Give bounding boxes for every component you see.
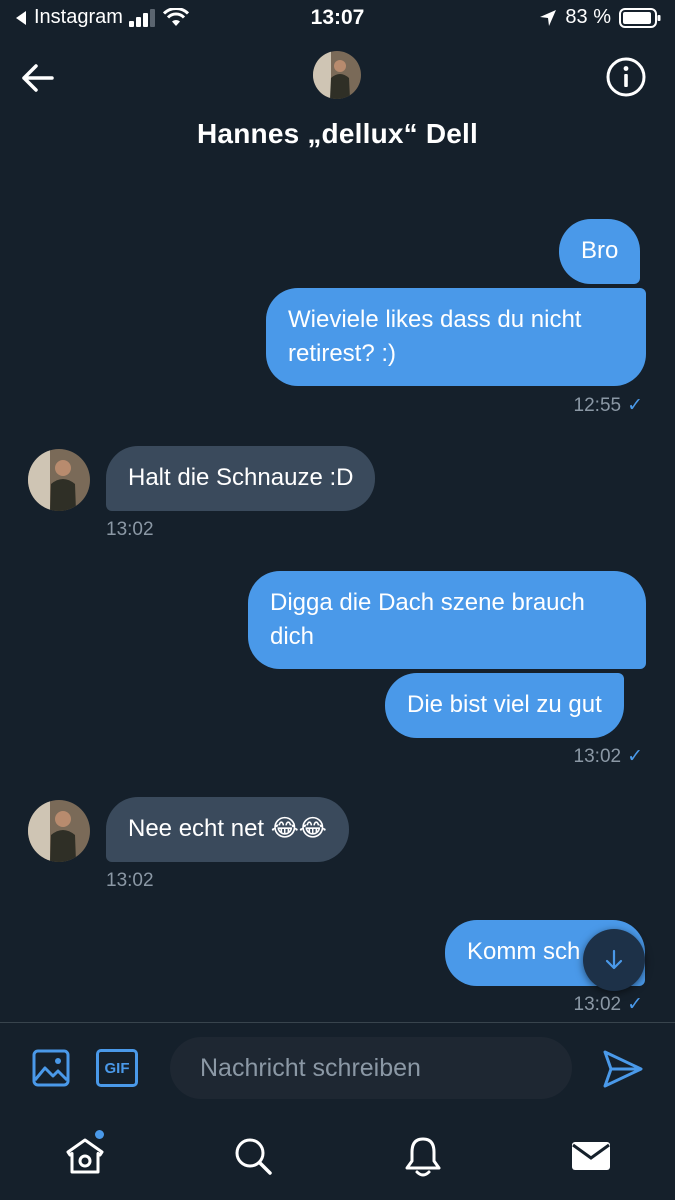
message-bubble-out[interactable]: Digga die Dach szene brauch dich <box>248 571 646 669</box>
arrow-left-icon <box>22 64 54 92</box>
message-bubble-in[interactable]: Halt die Schnauze :D <box>106 446 376 511</box>
message-text: Nee echt net 😂😂 <box>128 815 327 842</box>
conversation-header: Hannes „dellux“ Dell <box>0 38 675 166</box>
media-button[interactable] <box>31 1048 71 1088</box>
message-list[interactable]: Bro Wieviele likes dass du nicht retires… <box>0 166 675 1022</box>
message-text: Wieviele likes dass du nicht retirest? :… <box>288 306 582 367</box>
status-bar: Instagram 13:07 83 % <box>0 0 675 38</box>
message-timestamp: 13:02 ✓ <box>573 994 643 1015</box>
avatar-photo <box>28 449 90 511</box>
bell-icon <box>405 1137 441 1177</box>
scroll-to-bottom-button[interactable] <box>583 929 645 991</box>
back-button[interactable] <box>18 58 58 98</box>
battery-icon <box>619 7 661 28</box>
message-timestamp: 13:02 <box>106 519 154 540</box>
message-composer: GIF <box>0 1022 675 1114</box>
send-button[interactable] <box>601 1047 645 1091</box>
nav-search[interactable] <box>231 1134 275 1178</box>
send-icon <box>603 1050 643 1088</box>
sent-check-icon: ✓ <box>627 746 643 767</box>
location-icon <box>540 9 557 26</box>
message-text: Die bist viel zu gut <box>407 691 602 718</box>
home-icon <box>66 1138 104 1174</box>
message-timestamp: 12:55 ✓ <box>573 395 643 416</box>
message-input[interactable] <box>170 1037 572 1099</box>
image-icon <box>32 1049 70 1087</box>
avatar-photo <box>313 51 361 99</box>
message-bubble-out[interactable]: Wieviele likes dass du nicht retirest? :… <box>266 288 646 386</box>
arrow-down-icon <box>605 949 623 970</box>
message-text: Komm sch <box>467 938 581 965</box>
gif-button[interactable]: GIF <box>96 1049 138 1087</box>
message-bubble-in[interactable]: Nee echt net 😂😂 <box>106 797 349 862</box>
conversation-title: Hannes „dellux“ Dell <box>197 118 478 149</box>
search-icon <box>235 1138 272 1175</box>
info-button[interactable] <box>605 56 647 98</box>
message-bubble-out[interactable]: Bro <box>559 219 641 284</box>
gif-label: GIF <box>104 1059 130 1077</box>
battery-percent: 83 % <box>565 6 611 28</box>
sent-check-icon: ✓ <box>627 994 643 1015</box>
message-text: Halt die Schnauze :D <box>128 464 354 491</box>
message-timestamp: 13:02 <box>106 870 154 891</box>
message-text: Digga die Dach szene brauch dich <box>270 589 585 650</box>
message-timestamp: 13:02 ✓ <box>573 746 643 767</box>
info-icon <box>606 57 646 97</box>
sent-check-icon: ✓ <box>627 395 643 416</box>
bottom-navigation <box>0 1114 675 1200</box>
unread-dot <box>95 1130 104 1139</box>
nav-home[interactable] <box>63 1134 107 1178</box>
message-text: Bro <box>581 237 619 264</box>
nav-notifications[interactable] <box>401 1134 445 1178</box>
status-right: 83 % <box>539 6 661 29</box>
avatar-photo <box>28 800 90 862</box>
message-bubble-out[interactable]: Die bist viel zu gut <box>385 673 624 738</box>
avatar[interactable] <box>28 449 90 511</box>
avatar[interactable] <box>28 800 90 862</box>
mail-icon <box>572 1142 610 1170</box>
nav-messages[interactable] <box>569 1134 613 1178</box>
header-avatar[interactable] <box>313 51 361 99</box>
